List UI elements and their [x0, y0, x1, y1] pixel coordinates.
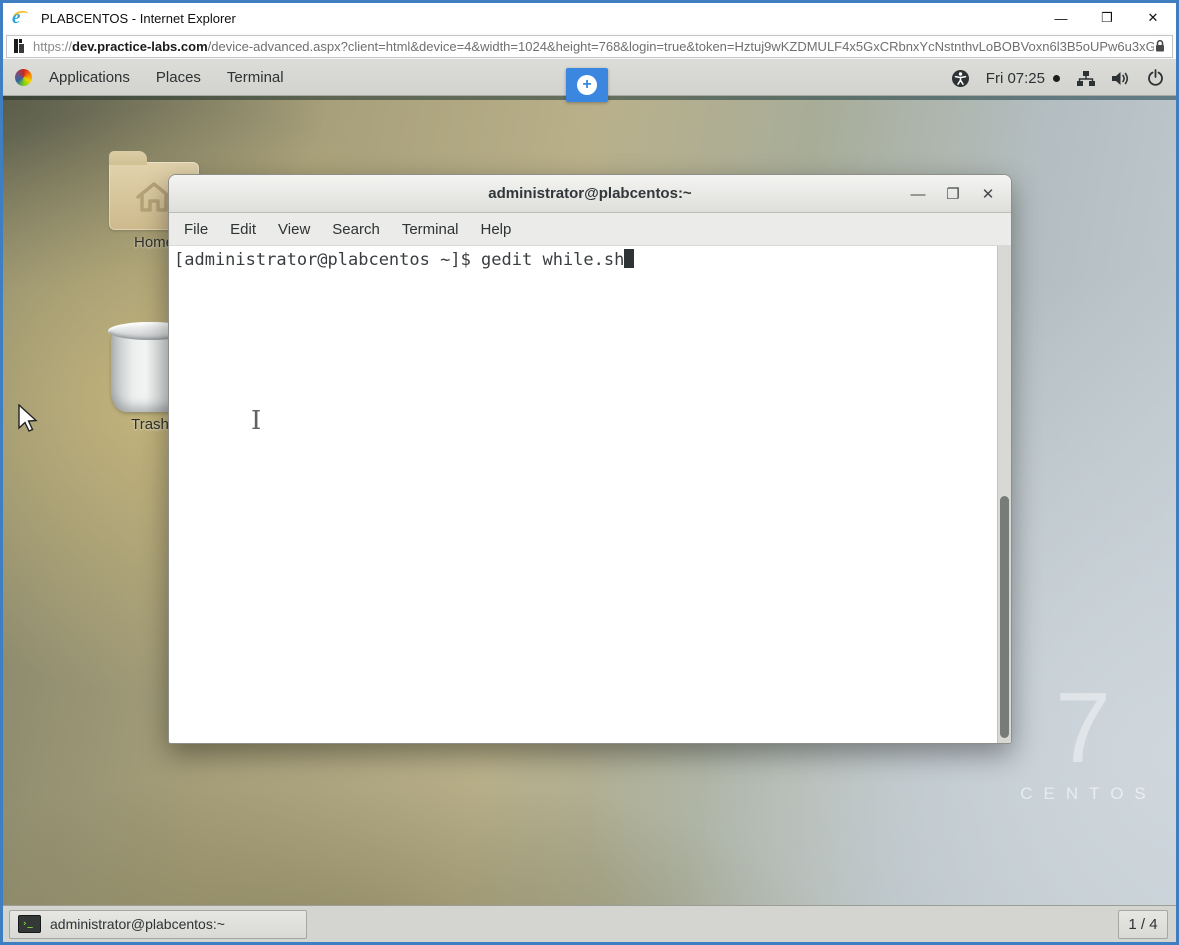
terminal-menu-file[interactable]: File — [173, 213, 219, 246]
minimize-button[interactable]: — — [1038, 3, 1084, 33]
remote-desktop: Applications Places Terminal Fri 07:25 +… — [3, 60, 1176, 942]
lock-icon — [1154, 39, 1166, 53]
ie-window-controls: — ❒ ✕ — [1038, 3, 1176, 33]
workspace-pager[interactable]: 1 / 4 — [1118, 910, 1168, 939]
volume-icon[interactable] — [1111, 70, 1131, 87]
terminal-menu-view[interactable]: View — [267, 213, 321, 246]
taskbar-terminal-task[interactable]: ›_ administrator@plabcentos:~ — [9, 909, 307, 939]
text-ibeam-cursor: I — [251, 406, 262, 436]
prompt-text: [administrator@plabcentos ~]$ gedit whil… — [174, 250, 625, 270]
centos-watermark: 7 CENTOS — [1008, 678, 1158, 804]
terminal-cursor — [624, 249, 635, 268]
applications-icon — [15, 69, 32, 86]
url-path: /device-advanced.aspx?client=html&device… — [207, 38, 1154, 54]
ie-logo-icon: e — [12, 8, 32, 28]
close-button[interactable]: ✕ — [1130, 3, 1176, 33]
clock-area[interactable]: Fri 07:25 — [986, 70, 1060, 87]
terminal-close-button[interactable]: ✕ — [975, 181, 1001, 207]
terminal-menu-help[interactable]: Help — [470, 213, 523, 246]
terminal-content[interactable]: [administrator@plabcentos ~]$ gedit whil… — [169, 246, 1011, 743]
terminal-menu-search[interactable]: Search — [321, 213, 391, 246]
clock-label: Fri 07:25 — [985, 69, 1045, 87]
scrollbar-thumb[interactable] — [1000, 496, 1009, 738]
address-row: https://dev.practice-labs.com/device-adv… — [3, 33, 1176, 60]
terminal-app-icon: ›_ — [18, 915, 41, 933]
terminal-scrollbar[interactable] — [997, 246, 1011, 743]
lab-overlay-button[interactable]: + — [566, 68, 608, 102]
menu-terminal[interactable]: Terminal — [214, 60, 297, 96]
maximize-button[interactable]: ❒ — [1084, 3, 1130, 33]
watermark-seven: 7 — [1055, 672, 1111, 784]
url-text: https://dev.practice-labs.com/device-adv… — [33, 39, 1154, 54]
plus-icon: + — [577, 75, 597, 95]
url-scheme: https:// — [33, 38, 73, 54]
site-favicon — [13, 39, 26, 53]
terminal-titlebar[interactable]: administrator@plabcentos:~ — ❐ ✕ — [169, 175, 1011, 213]
notification-dot-icon — [1053, 74, 1060, 82]
terminal-prompt-line: [administrator@plabcentos ~]$ gedit whil… — [169, 246, 1011, 271]
topbar-status-area: Fri 07:25 — [951, 60, 1164, 96]
terminal-minimize-button[interactable]: — — [905, 181, 931, 207]
accessibility-icon[interactable] — [951, 69, 970, 88]
browser-window: e PLABCENTOS - Internet Explorer — ❒ ✕ h… — [0, 0, 1179, 945]
network-icon[interactable] — [1076, 70, 1095, 87]
mouse-arrow-cursor — [17, 404, 39, 434]
terminal-window-controls: — ❐ ✕ — [905, 175, 1001, 213]
taskbar-task-label: administrator@plabcentos:~ — [50, 916, 225, 932]
power-icon[interactable] — [1147, 69, 1164, 87]
ie-titlebar: e PLABCENTOS - Internet Explorer — ❒ ✕ — [3, 3, 1176, 33]
terminal-menubar: File Edit View Search Terminal Help — [169, 213, 1011, 246]
menu-places[interactable]: Places — [143, 60, 214, 96]
terminal-maximize-button[interactable]: ❐ — [940, 181, 966, 207]
watermark-centos: CENTOS — [1020, 784, 1157, 803]
ie-logo-glyph: e — [12, 7, 21, 28]
terminal-menu-terminal[interactable]: Terminal — [391, 213, 470, 246]
url-domain: dev.practice-labs.com — [72, 38, 208, 54]
terminal-menu-edit[interactable]: Edit — [219, 213, 267, 246]
terminal-title: administrator@plabcentos:~ — [488, 185, 692, 202]
terminal-window: administrator@plabcentos:~ — ❐ ✕ File Ed… — [168, 174, 1012, 744]
menu-applications[interactable]: Applications — [36, 60, 143, 96]
address-bar[interactable]: https://dev.practice-labs.com/device-adv… — [6, 34, 1173, 58]
window-title: PLABCENTOS - Internet Explorer — [41, 10, 236, 26]
bottom-taskbar: ›_ administrator@plabcentos:~ 1 / 4 — [3, 905, 1176, 942]
